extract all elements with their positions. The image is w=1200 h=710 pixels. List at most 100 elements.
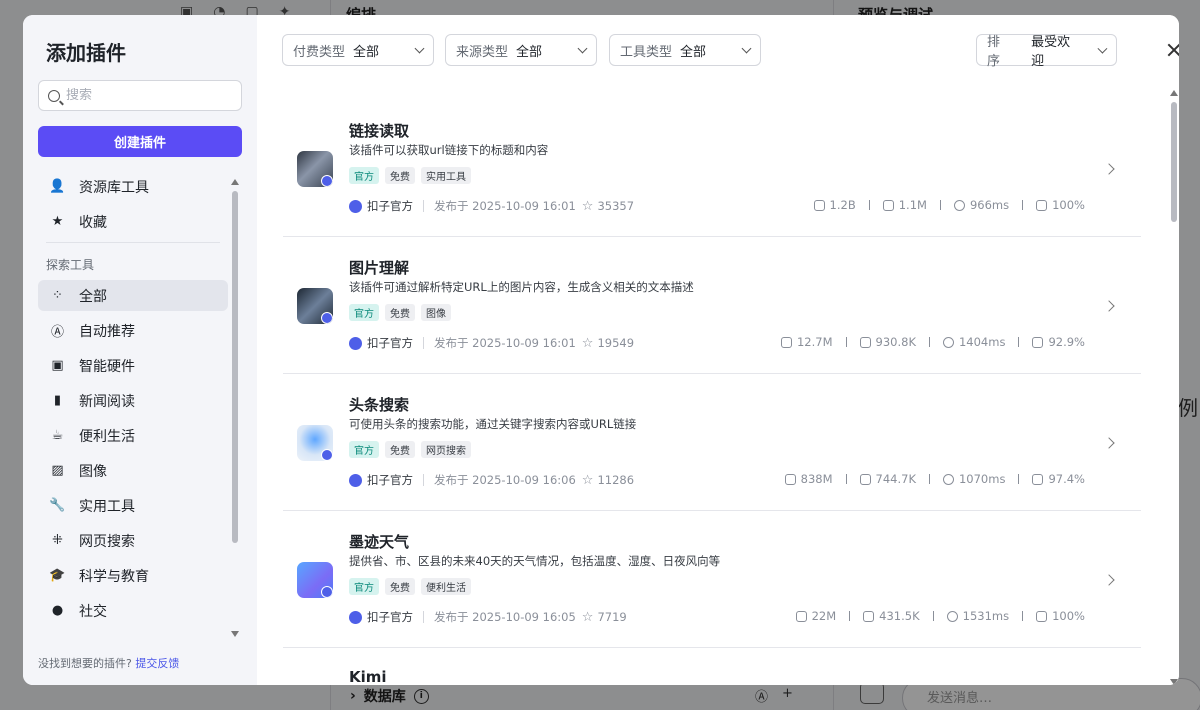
plugin-card[interactable]: 头条搜索 可使用头条的搜索功能，通过关键字搜索内容或URL链接 官方 免费 网页… [283, 374, 1141, 511]
publish-date: 发布于 2025-10-09 16:01 [434, 336, 576, 350]
plugin-card[interactable]: 链接读取 该插件可以获取url链接下的标题和内容 官方 免费 实用工具 扣子官方… [283, 100, 1141, 237]
plugin-stats: 1.2B 1.1M 966ms 100% [813, 198, 1085, 212]
star-outline-icon: ☆ [581, 472, 594, 488]
chevron-down-icon [577, 43, 588, 53]
plugin-card[interactable]: 墨迹天气 提供省、市、区县的未来40天的天气情况，包括温度、湿度、日夜风向等 官… [283, 511, 1141, 648]
clock-icon [942, 473, 954, 485]
plugin-name: 链接读取 [349, 122, 410, 140]
plugin-author: 扣子官方 [367, 336, 413, 350]
filter-value: 全部 [680, 44, 707, 60]
plugin-browser: 付费类型 全部 来源类型 全部 工具类型 全部 排序 最受欢迎 链接读取 该插件… [257, 15, 1179, 685]
divider [928, 474, 930, 484]
plugin-name: 头条搜索 [349, 396, 410, 414]
favorite-count: 11286 [597, 473, 635, 487]
feedback-link[interactable]: 提交反馈 [135, 657, 179, 670]
sidebar-item-news-reading[interactable]: ▮ 新闻阅读 [38, 385, 228, 416]
sidebar-item-library-tools[interactable]: 👤 资源库工具 [38, 171, 228, 202]
chevron-right-icon[interactable] [1103, 437, 1115, 449]
create-plugin-button[interactable]: 创建插件 [38, 126, 242, 157]
divider [932, 611, 934, 621]
stat-latency: 966ms [953, 198, 1009, 212]
pay-type-filter[interactable]: 付费类型 全部 [282, 34, 434, 66]
tag-category: 实用工具 [421, 167, 471, 184]
scroll-down-icon[interactable] [1170, 679, 1178, 685]
plugin-meta: 扣子官方 发布于 2025-10-09 16:01 ☆ 19549 [349, 335, 634, 351]
stat-users: 744.7K [859, 472, 916, 486]
search-box[interactable] [38, 80, 242, 111]
divider [928, 337, 930, 347]
favorite-count: 35357 [597, 199, 635, 213]
plugin-avatar [297, 562, 333, 598]
tag-free: 免费 [385, 304, 415, 321]
plugin-description: 可使用头条的搜索功能，通过关键字搜索内容或URL链接 [349, 417, 637, 431]
sidebar-item-label: 资源库工具 [79, 179, 149, 196]
divider [423, 337, 424, 349]
sidebar-item-social[interactable]: ● 社交 [38, 595, 228, 626]
tag-category: 图像 [421, 304, 451, 321]
plugin-tags: 官方 免费 实用工具 [349, 167, 471, 184]
scrollbar-thumb[interactable] [232, 191, 238, 543]
star-outline-icon: ☆ [581, 609, 594, 625]
source-type-filter[interactable]: 来源类型 全部 [445, 34, 597, 66]
plugin-card[interactable]: 图片理解 该插件可通过解析特定URL上的图片内容，生成含义相关的文本描述 官方 … [283, 237, 1141, 374]
sidebar-item-science-education[interactable]: 🎓 科学与教育 [38, 560, 228, 591]
chevron-right-icon[interactable] [1103, 574, 1115, 586]
tag-official: 官方 [349, 304, 379, 321]
stat-success: 97.4% [1032, 472, 1085, 486]
sidebar-item-auto-recommend[interactable]: Ⓐ 自动推荐 [38, 315, 228, 346]
sidebar-item-label: 收藏 [79, 214, 107, 231]
author-avatar [349, 473, 362, 487]
stat-latency: 1404ms [942, 335, 1005, 349]
scroll-up-icon[interactable] [1170, 90, 1178, 96]
clock-icon [953, 199, 965, 211]
tool-type-filter[interactable]: 工具类型 全部 [609, 34, 761, 66]
stat-calls: 838M [784, 472, 833, 486]
sidebar-item-favorites[interactable]: ★ 收藏 [38, 206, 228, 237]
sidebar-item-convenient-life[interactable]: ☕ 便利生活 [38, 420, 228, 451]
list-scrollbar[interactable] [1170, 90, 1178, 685]
author-avatar [349, 610, 362, 624]
chevron-down-icon [741, 43, 752, 53]
clock-icon [946, 610, 958, 622]
sidebar-item-image[interactable]: ▨ 图像 [38, 455, 228, 486]
plugin-description: 提供省、市、区县的未来40天的天气情况，包括温度、湿度、日夜风向等 [349, 554, 721, 568]
message-icon [1032, 473, 1044, 485]
scroll-down-icon[interactable] [231, 631, 239, 637]
stat-latency: 1070ms [942, 472, 1005, 486]
search-input[interactable] [66, 88, 226, 103]
coffee-icon: ☕ [51, 428, 64, 443]
close-icon[interactable] [1167, 43, 1179, 57]
chevron-right-icon[interactable] [1103, 163, 1115, 175]
divider [423, 611, 424, 623]
filter-value: 全部 [516, 44, 543, 60]
sort-filter[interactable]: 排序 最受欢迎 [976, 34, 1117, 69]
chevron-down-icon [1097, 43, 1108, 53]
users-value: 930.8K [875, 335, 916, 349]
verified-badge-icon [321, 312, 333, 324]
sidebar-item-utility-tools[interactable]: 🔧 实用工具 [38, 490, 228, 521]
message-icon [1036, 199, 1048, 211]
sidebar-item-label: 网页搜索 [79, 533, 135, 550]
divider [423, 474, 424, 486]
modal-title: 添加插件 [46, 41, 126, 65]
stat-calls: 12.7M [780, 335, 833, 349]
scroll-up-icon[interactable] [231, 179, 239, 185]
sidebar-item-smart-hardware[interactable]: ▣ 智能硬件 [38, 350, 228, 381]
plugin-tags: 官方 免费 网页搜索 [349, 441, 471, 458]
divider [423, 200, 424, 212]
user-group-icon [863, 610, 875, 622]
tag-free: 免费 [385, 578, 415, 595]
plugin-tags: 官方 免费 图像 [349, 304, 451, 321]
divider [845, 337, 847, 347]
chevron-down-icon [414, 43, 425, 53]
latency-value: 1531ms [962, 609, 1010, 623]
scrollbar-thumb[interactable] [1171, 102, 1177, 222]
explore-group-label: 探索工具 [46, 257, 95, 272]
sidebar-item-web-search[interactable]: ⁜ 网页搜索 [38, 525, 228, 556]
users-value: 744.7K [875, 472, 916, 486]
chevron-right-icon[interactable] [1103, 300, 1115, 312]
plugin-card[interactable]: Kimi [283, 648, 1141, 685]
sidebar-scrollbar[interactable] [231, 179, 239, 637]
plugin-meta: 扣子官方 发布于 2025-10-09 16:06 ☆ 11286 [349, 472, 634, 488]
sidebar-item-all[interactable]: ⁘ 全部 [38, 280, 228, 311]
